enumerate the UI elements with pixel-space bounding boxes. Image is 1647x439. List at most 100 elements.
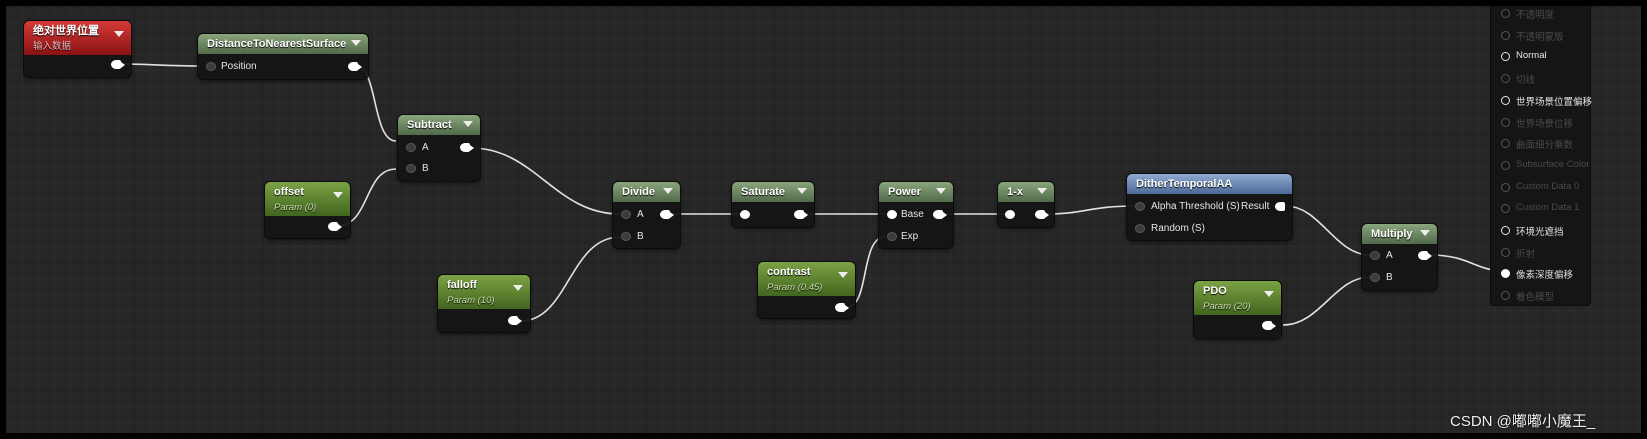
node-power[interactable]: Power Base Exp [879, 182, 953, 248]
output-pin[interactable] [933, 210, 947, 219]
input-pin-icon[interactable] [1501, 52, 1510, 62]
material-input-label: 切线 [1516, 75, 1536, 87]
node-subtitle: Param (10) [447, 295, 495, 306]
input-pin-icon[interactable] [1501, 139, 1510, 149]
node-header: Subtract [398, 115, 480, 135]
input-pin-icon[interactable] [1501, 30, 1510, 40]
input-pin-icon[interactable] [1501, 95, 1510, 105]
node-title: falloff [447, 279, 477, 291]
collapse-arrow-icon[interactable] [463, 121, 473, 127]
input-pin-icon[interactable] [1501, 204, 1510, 214]
pin-label-position: Position [221, 61, 257, 72]
collapse-arrow-icon[interactable] [1264, 291, 1274, 297]
node-offset-param[interactable]: offset Param (0) [265, 182, 350, 238]
output-pin[interactable] [111, 60, 125, 69]
node-multiply[interactable]: Multiply A B [1362, 224, 1437, 290]
pin-label-alpha-threshold: Alpha Threshold (S) [1151, 201, 1240, 212]
output-pin[interactable] [660, 210, 674, 219]
node-title: Multiply [1371, 228, 1413, 240]
input-pin-position[interactable] [206, 62, 216, 71]
collapse-arrow-icon[interactable] [1420, 230, 1430, 236]
input-pin-icon[interactable] [1501, 247, 1510, 257]
output-pin[interactable] [508, 316, 522, 325]
material-input-label: 像素深度偏移 [1516, 270, 1574, 282]
output-pin[interactable] [794, 210, 808, 219]
pin-label-result: Result [1241, 201, 1270, 212]
node-falloff-param[interactable]: falloff Param (10) [438, 275, 530, 332]
input-pin-icon[interactable] [1501, 74, 1510, 84]
input-pin-icon[interactable] [1501, 269, 1510, 279]
input-pin-icon[interactable] [1501, 9, 1510, 18]
collapse-arrow-icon[interactable] [936, 188, 946, 194]
input-pin-icon[interactable] [1501, 160, 1510, 170]
node-title: contrast [767, 266, 811, 278]
collapse-arrow-icon[interactable] [333, 192, 343, 198]
input-pin-b[interactable] [1370, 273, 1380, 282]
node-subtitle: 输入数据 [33, 41, 72, 52]
node-contrast-param[interactable]: contrast Param (0.45) [758, 262, 855, 318]
collapse-arrow-icon[interactable] [351, 40, 361, 46]
material-input-label: 环境光遮挡 [1516, 227, 1564, 238]
output-pin[interactable] [460, 143, 474, 152]
node-header: Divide [613, 182, 680, 202]
node-title: 1-x [1007, 186, 1023, 198]
node-header: Saturate [732, 182, 814, 202]
material-input-label: 世界场景位置偏移 [1516, 96, 1593, 108]
node-saturate[interactable]: Saturate [732, 182, 814, 227]
collapse-arrow-icon[interactable] [797, 188, 807, 194]
node-dither-temporal-aa[interactable]: DitherTemporalAA Alpha Threshold (S) Res… [1127, 174, 1292, 240]
input-pin-b[interactable] [621, 232, 631, 241]
input-pin-icon[interactable] [1501, 117, 1510, 127]
output-pin[interactable] [1418, 251, 1432, 260]
pin-label-b: B [422, 163, 429, 174]
input-pin-exp[interactable] [887, 232, 897, 241]
node-subtitle: Param (0) [274, 202, 317, 213]
material-input-label: 着色模型 [1516, 292, 1555, 304]
node-divide[interactable]: Divide A B [613, 182, 680, 248]
node-title: PDO [1203, 285, 1227, 297]
node-header: 1-x [998, 182, 1054, 202]
output-pin[interactable] [1035, 210, 1049, 219]
output-pin[interactable] [1262, 321, 1276, 330]
input-pin-a[interactable] [406, 143, 416, 152]
input-pin[interactable] [740, 210, 750, 219]
input-pin-base[interactable] [887, 210, 897, 219]
input-pin-a[interactable] [621, 210, 631, 219]
output-pin[interactable] [835, 303, 849, 312]
input-pin-icon[interactable] [1501, 291, 1510, 301]
node-absolute-world-position[interactable]: 绝对世界位置 输入数据 [24, 21, 131, 77]
collapse-arrow-icon[interactable] [1037, 188, 1047, 194]
input-pin-alpha-threshold[interactable] [1135, 202, 1145, 211]
output-pin[interactable] [348, 62, 362, 71]
material-result-node[interactable]: 不透明度 不透明蒙版 Normal 切线 世界场景位置偏移 世界场景位移 曲面细分乘数 Sub… [1490, 6, 1593, 306]
node-title: Saturate [741, 186, 786, 198]
input-pin-icon[interactable] [1501, 182, 1510, 192]
pin-label-a: A [422, 142, 429, 153]
pin-label-exp: Exp [901, 231, 919, 242]
node-one-minus[interactable]: 1-x [998, 182, 1054, 227]
collapse-arrow-icon[interactable] [513, 285, 523, 291]
node-title: Divide [622, 186, 656, 198]
output-pin[interactable] [328, 222, 342, 231]
input-pin-a[interactable] [1370, 251, 1380, 260]
node-header: contrast Param (0.45) [758, 262, 855, 296]
node-header: DistanceToNearestSurface [198, 34, 368, 54]
input-pin-icon[interactable] [1501, 226, 1510, 235]
node-subtract[interactable]: Subtract A B [398, 115, 480, 181]
node-title: Power [888, 186, 922, 198]
pin-label-b: B [1386, 272, 1393, 283]
output-pin-result[interactable] [1275, 202, 1285, 211]
input-pin-b[interactable] [406, 164, 416, 173]
input-pin-random[interactable] [1135, 224, 1145, 233]
node-distance-to-nearest-surface[interactable]: DistanceToNearestSurface Position [198, 34, 368, 79]
material-input-label: 世界场景位移 [1516, 118, 1574, 130]
node-pdo-param[interactable]: PDO Param (20) [1194, 281, 1281, 338]
node-header: 绝对世界位置 输入数据 [24, 21, 131, 55]
collapse-arrow-icon[interactable] [838, 272, 848, 278]
node-title: offset [274, 186, 304, 198]
node-header: Power [879, 182, 953, 202]
input-pin[interactable] [1005, 210, 1015, 219]
collapse-arrow-icon[interactable] [663, 188, 673, 194]
node-subtitle: Param (0.45) [767, 282, 823, 293]
collapse-arrow-icon[interactable] [114, 31, 124, 37]
